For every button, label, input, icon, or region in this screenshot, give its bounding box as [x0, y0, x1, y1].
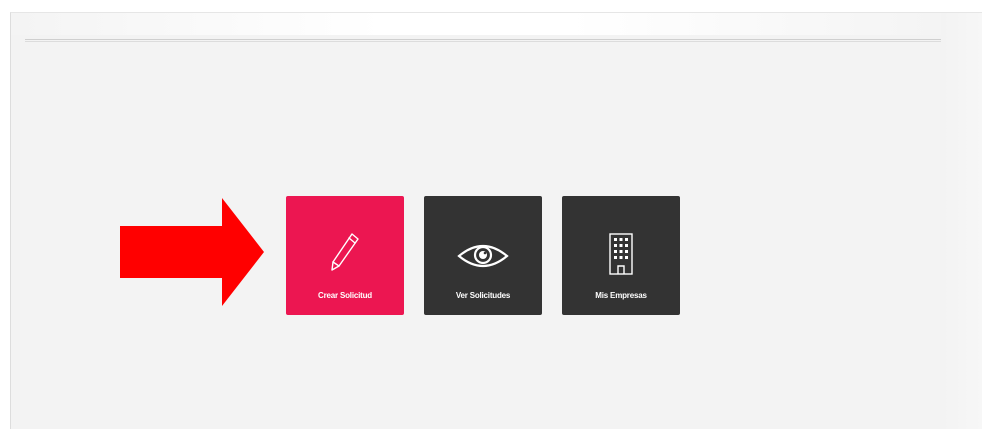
eye-icon	[457, 244, 509, 268]
mis-empresas-button[interactable]: Mis Empresas	[562, 196, 680, 315]
arrow-right-icon	[120, 198, 264, 306]
ver-solicitudes-label: Ver Solicitudes	[455, 291, 511, 300]
building-icon	[609, 233, 633, 275]
ver-solicitudes-button[interactable]: Ver Solicitudes	[424, 196, 542, 315]
header-divider	[25, 39, 941, 42]
crear-solicitud-button[interactable]: Crear Solicitud	[286, 196, 404, 315]
mis-empresas-label: Mis Empresas	[595, 291, 647, 300]
pencil-icon	[331, 233, 359, 271]
scrollbar-track	[942, 13, 982, 429]
crear-solicitud-label: Crear Solicitud	[318, 291, 372, 300]
header-bar	[11, 13, 941, 35]
